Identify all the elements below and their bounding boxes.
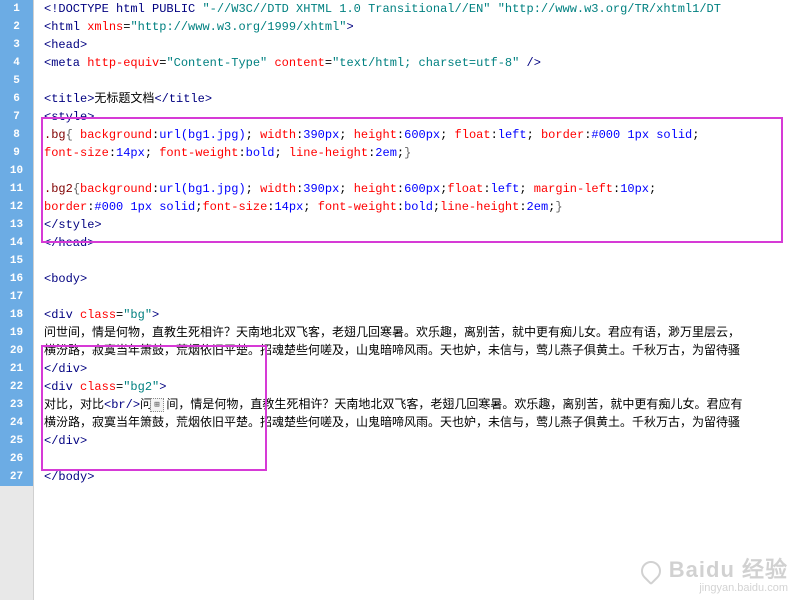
code-text-area[interactable]: <!DOCTYPE html PUBLIC "-//W3C//DTD XHTML… — [34, 0, 800, 600]
line-number[interactable]: 8 — [0, 126, 33, 144]
line-number[interactable]: 15 — [0, 252, 33, 270]
code-line[interactable]: <!DOCTYPE html PUBLIC "-//W3C//DTD XHTML… — [44, 0, 800, 18]
code-line[interactable]: 横汾路，寂寞当年箫鼓，荒烟依旧平楚。招魂楚些何嗟及，山鬼暗啼风雨。天也妒，未信与… — [44, 414, 800, 432]
line-number[interactable]: 20 — [0, 342, 33, 360]
line-number[interactable]: 9 — [0, 144, 33, 162]
line-number[interactable]: 27 — [0, 468, 33, 486]
code-line[interactable]: </div> — [44, 432, 800, 450]
code-line[interactable]: <meta http-equiv="Content-Type" content=… — [44, 54, 800, 72]
line-number[interactable]: 16 — [0, 270, 33, 288]
line-number[interactable]: 4 — [0, 54, 33, 72]
code-line[interactable]: <div class="bg2"> — [44, 378, 800, 396]
line-number[interactable]: 12 — [0, 198, 33, 216]
code-line[interactable]: 问世间，情是何物，直教生死相许？天南地北双飞客，老翅几回寒暑。欢乐趣，离别苦，就… — [44, 324, 800, 342]
line-number[interactable]: 17 — [0, 288, 33, 306]
line-number[interactable]: 10 — [0, 162, 33, 180]
line-number[interactable]: 14 — [0, 234, 33, 252]
line-number[interactable]: 26 — [0, 450, 33, 468]
code-line[interactable] — [44, 72, 800, 90]
code-line[interactable]: 横汾路，寂寞当年箫鼓，荒烟依旧平楚。招魂楚些何嗟及，山鬼暗啼风雨。天也妒，未信与… — [44, 342, 800, 360]
code-line[interactable]: <head> — [44, 36, 800, 54]
code-line[interactable] — [44, 288, 800, 306]
code-line[interactable] — [44, 252, 800, 270]
code-line[interactable]: </head> — [44, 234, 800, 252]
line-number-gutter[interactable]: 1234567891011121314151617181920212223242… — [0, 0, 34, 600]
code-line[interactable]: .bg{ background:url(bg1.jpg); width:390p… — [44, 126, 800, 144]
code-line[interactable]: border:#000 1px solid;font-size:14px; fo… — [44, 198, 800, 216]
code-line[interactable]: <style> — [44, 108, 800, 126]
code-line[interactable]: </style> — [44, 216, 800, 234]
code-line[interactable]: </body> — [44, 468, 800, 486]
code-line[interactable]: <html xmlns="http://www.w3.org/1999/xhtm… — [44, 18, 800, 36]
line-number[interactable]: 11 — [0, 180, 33, 198]
code-line[interactable]: font-size:14px; font-weight:bold; line-h… — [44, 144, 800, 162]
line-number[interactable]: 24 — [0, 414, 33, 432]
code-line[interactable]: </div> — [44, 360, 800, 378]
line-number[interactable]: 3 — [0, 36, 33, 54]
line-number[interactable]: 23 — [0, 396, 33, 414]
line-number[interactable]: 21 — [0, 360, 33, 378]
line-number[interactable]: 7 — [0, 108, 33, 126]
line-number[interactable]: 1 — [0, 0, 33, 18]
code-line[interactable] — [44, 450, 800, 468]
code-line[interactable]: <title>无标题文档</title> — [44, 90, 800, 108]
line-number[interactable]: 19 — [0, 324, 33, 342]
line-number[interactable]: 13 — [0, 216, 33, 234]
code-editor: 1234567891011121314151617181920212223242… — [0, 0, 800, 600]
code-line[interactable]: 对比，对比<br/>问 间，情是何物，直教生死相许？天南地北双飞客，老翅几回寒暑… — [44, 396, 800, 414]
line-number[interactable]: 18 — [0, 306, 33, 324]
code-line[interactable]: .bg2{background:url(bg1.jpg); width:390p… — [44, 180, 800, 198]
line-number[interactable]: 5 — [0, 72, 33, 90]
line-number[interactable]: 2 — [0, 18, 33, 36]
code-line[interactable]: <body> — [44, 270, 800, 288]
line-number[interactable]: 22 — [0, 378, 33, 396]
line-number[interactable]: 6 — [0, 90, 33, 108]
line-number[interactable]: 25 — [0, 432, 33, 450]
code-line[interactable]: <div class="bg"> — [44, 306, 800, 324]
code-line[interactable] — [44, 162, 800, 180]
